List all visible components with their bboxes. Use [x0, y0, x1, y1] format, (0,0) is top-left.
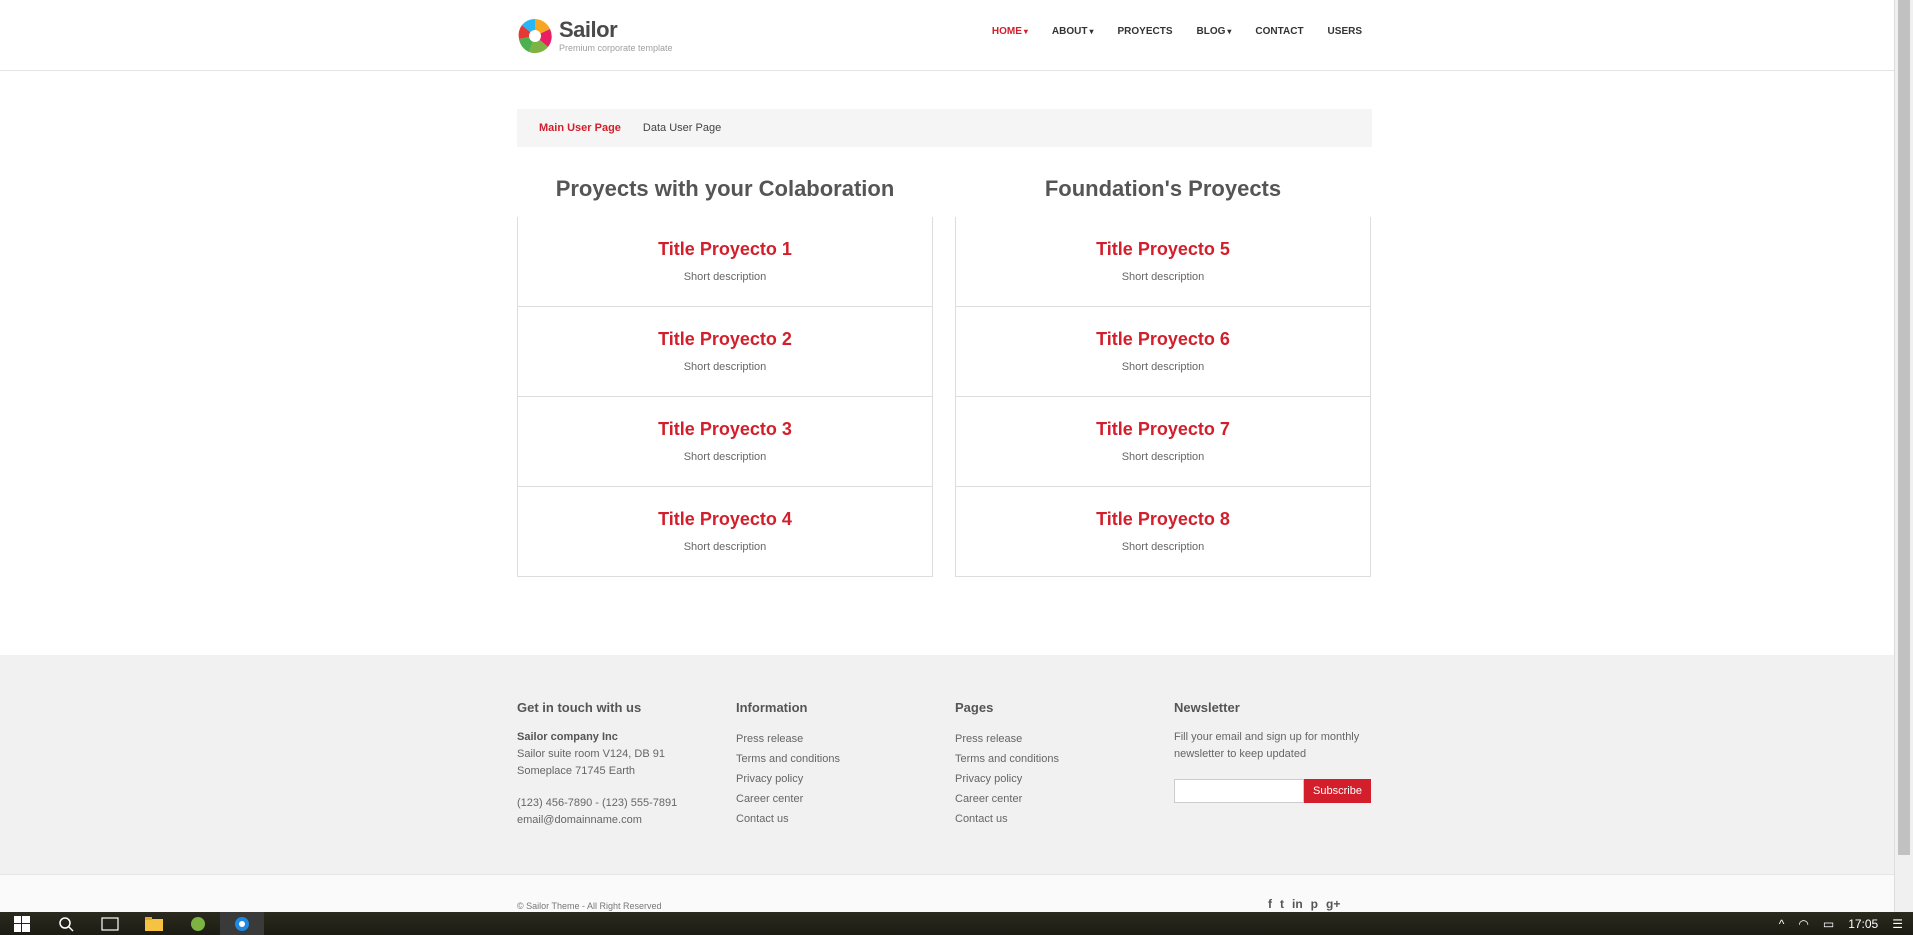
company-name: Sailor company Inc: [517, 731, 618, 743]
footer-link-terms[interactable]: Terms and conditions: [736, 749, 936, 769]
browser-icon[interactable]: [220, 912, 264, 935]
project-description: Short description: [683, 541, 767, 553]
project-card[interactable]: Title Proyecto 7 Short description: [955, 397, 1371, 487]
column-title: Foundation's Proyects: [1044, 176, 1282, 201]
site-footer: Get in touch with us Sailor company Inc …: [0, 655, 1894, 874]
main-nav: HOME ▾ ABOUT ▾ PROYECTS BLOG ▾ CONTACT USER…: [992, 26, 1362, 37]
system-tray: ^ ◠ ▭ 17:05 ☰: [1779, 912, 1903, 935]
footer-heading: Information: [736, 700, 808, 715]
project-description: Short description: [683, 361, 767, 373]
project-title[interactable]: Title Proyecto 1: [518, 239, 932, 259]
project-description: Short description: [683, 451, 767, 463]
project-description: Short description: [1121, 361, 1205, 373]
pinterest-icon[interactable]: p: [1311, 897, 1318, 911]
nav-blog[interactable]: BLOG ▾: [1197, 26, 1232, 37]
windows-taskbar: ^ ◠ ▭ 17:05 ☰: [0, 912, 1913, 935]
brand-tagline: Premium corporate template: [559, 43, 673, 53]
facebook-icon[interactable]: f: [1268, 897, 1272, 911]
footer-pages: Pages Press release Terms and conditions…: [955, 700, 1155, 829]
chevron-down-icon: ▾: [1023, 27, 1028, 36]
chevron-down-icon: ▾: [1227, 27, 1232, 36]
tab-main-user-page[interactable]: Main User Page: [539, 122, 621, 134]
copyright-text: © Sailor Theme - All Right Reserved: [517, 901, 662, 911]
browser-viewport: Sailor Premium corporate template HOME ▾ …: [0, 0, 1894, 935]
twitter-icon[interactable]: t: [1280, 897, 1284, 911]
sub-footer: © Sailor Theme - All Right Reserved f t …: [0, 874, 1894, 912]
footer-link-press-release[interactable]: Press release: [736, 729, 936, 749]
project-title[interactable]: Title Proyecto 2: [518, 329, 932, 349]
newsletter-text: newsletter to keep updated: [1174, 748, 1307, 760]
newsletter-text: Fill your email and sign up for monthly: [1174, 731, 1360, 743]
nav-contact[interactable]: CONTACT: [1255, 26, 1303, 37]
network-icon[interactable]: ◠: [1798, 917, 1808, 931]
task-view-icon[interactable]: [88, 912, 132, 935]
footer-contact: Get in touch with us Sailor company Inc …: [517, 700, 717, 829]
footer-heading: Newsletter: [1174, 700, 1240, 715]
social-links: f t in p g+: [1268, 897, 1340, 911]
notifications-icon[interactable]: ☰: [1892, 917, 1903, 931]
project-card[interactable]: Title Proyecto 4 Short description: [517, 487, 933, 577]
site-header: Sailor Premium corporate template HOME ▾ …: [0, 0, 1894, 71]
footer-link-contact[interactable]: Contact us: [955, 809, 1155, 829]
project-description: Short description: [1121, 451, 1205, 463]
email-address[interactable]: email@domainname.com: [517, 812, 717, 829]
logo-pinwheel-icon: [518, 18, 552, 54]
project-card[interactable]: Title Proyecto 3 Short description: [517, 397, 933, 487]
clock[interactable]: 17:05: [1848, 917, 1878, 931]
windows-start-icon[interactable]: [0, 912, 44, 935]
project-description: Short description: [1121, 541, 1205, 553]
keyboard-icon[interactable]: ▭: [1823, 917, 1834, 931]
project-card[interactable]: Title Proyecto 5 Short description: [955, 217, 1371, 307]
vertical-scrollbar[interactable]: [1894, 0, 1913, 912]
newsletter-email-input[interactable]: [1174, 779, 1304, 803]
foundation-projects-column: Foundation's Proyects Title Proyecto 5 Sh…: [955, 172, 1371, 577]
project-title[interactable]: Title Proyecto 4: [518, 509, 932, 529]
google-plus-icon[interactable]: g+: [1326, 897, 1340, 911]
nav-about[interactable]: ABOUT ▾: [1052, 26, 1094, 37]
footer-newsletter: Newsletter Fill your email and sign up f…: [1174, 700, 1374, 803]
project-title[interactable]: Title Proyecto 3: [518, 419, 932, 439]
phone-numbers: (123) 456-7890 - (123) 555-7891: [517, 797, 678, 809]
project-card[interactable]: Title Proyecto 2 Short description: [517, 307, 933, 397]
project-title[interactable]: Title Proyecto 5: [956, 239, 1370, 259]
footer-heading: Pages: [955, 700, 994, 715]
linkedin-icon[interactable]: in: [1292, 897, 1303, 911]
chevron-up-icon[interactable]: ^: [1779, 917, 1785, 931]
footer-link-press-release[interactable]: Press release: [955, 729, 1155, 749]
nav-home[interactable]: HOME ▾: [992, 26, 1028, 37]
scrollbar-thumb[interactable]: [1898, 0, 1910, 855]
nav-proyects[interactable]: PROYECTS: [1117, 26, 1172, 37]
column-title: Proyects with your Colaboration: [555, 176, 895, 201]
project-description: Short description: [683, 271, 767, 283]
search-icon[interactable]: [44, 912, 88, 935]
project-card[interactable]: Title Proyecto 1 Short description: [517, 217, 933, 307]
nav-users[interactable]: USERS: [1328, 26, 1362, 37]
logo[interactable]: Sailor Premium corporate template: [517, 17, 673, 55]
project-description: Short description: [1121, 271, 1205, 283]
chevron-down-icon: ▾: [1089, 27, 1094, 36]
footer-link-privacy[interactable]: Privacy policy: [955, 769, 1155, 789]
footer-heading: Get in touch with us: [517, 700, 642, 715]
brand-name: Sailor: [559, 17, 618, 42]
project-card[interactable]: Title Proyecto 6 Short description: [955, 307, 1371, 397]
tab-data-user-page[interactable]: Data User Page: [643, 122, 721, 134]
footer-link-career[interactable]: Career center: [955, 789, 1155, 809]
project-title[interactable]: Title Proyecto 7: [956, 419, 1370, 439]
footer-link-privacy[interactable]: Privacy policy: [736, 769, 936, 789]
footer-information: Information Press release Terms and cond…: [736, 700, 936, 829]
android-studio-icon[interactable]: [176, 912, 220, 935]
user-page-tabs: Main User Page Data User Page: [517, 109, 1372, 147]
colaboration-projects-column: Proyects with your Colaboration Title Pr…: [517, 172, 933, 577]
footer-link-contact[interactable]: Contact us: [736, 809, 936, 829]
address-line: Sailor suite room V124, DB 91: [517, 748, 665, 760]
project-title[interactable]: Title Proyecto 8: [956, 509, 1370, 529]
project-card[interactable]: Title Proyecto 8 Short description: [955, 487, 1371, 577]
footer-link-career[interactable]: Career center: [736, 789, 936, 809]
project-title[interactable]: Title Proyecto 6: [956, 329, 1370, 349]
footer-link-terms[interactable]: Terms and conditions: [955, 749, 1155, 769]
newsletter-form: Subscribe: [1174, 779, 1374, 803]
file-explorer-icon[interactable]: [132, 912, 176, 935]
address-line: Someplace 71745 Earth: [517, 765, 636, 777]
subscribe-button[interactable]: Subscribe: [1304, 779, 1371, 803]
